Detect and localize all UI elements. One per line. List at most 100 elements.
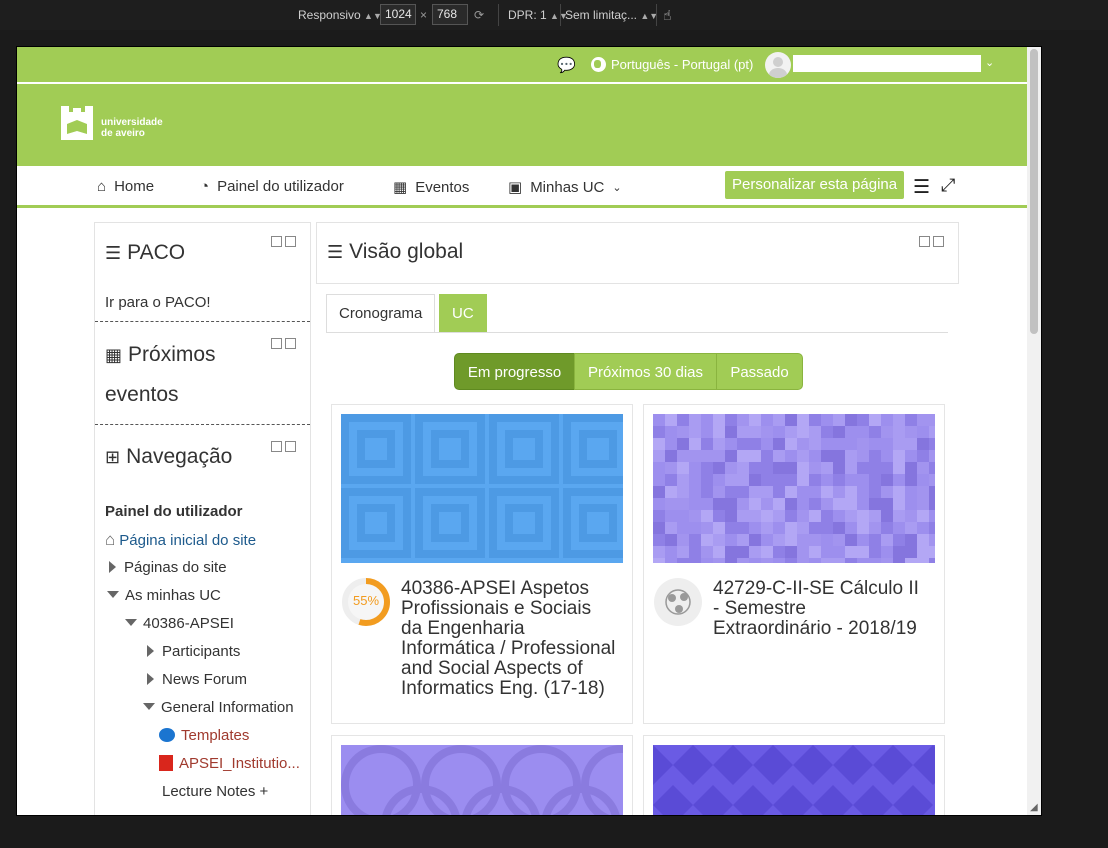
rotate-icon[interactable]: ⟳ (474, 6, 484, 24)
collapse-icon[interactable] (919, 236, 930, 247)
header-banner: universidade de aveiro (17, 84, 1041, 166)
overview-block-controls (919, 236, 944, 247)
toolbar-divider (656, 4, 657, 26)
pdf-icon (159, 755, 173, 771)
toolbar-divider (560, 4, 561, 26)
paco-link[interactable]: Ir para o PACO! (105, 294, 211, 311)
tree-templates[interactable]: Templates (159, 727, 249, 744)
tree-my-courses[interactable]: As minhas UC (107, 587, 221, 604)
nav-events[interactable]: ▦ Eventos (393, 178, 469, 197)
filter-in-progress-button[interactable]: Em progresso (454, 353, 575, 390)
emulated-viewport: 💬 Português - Portugal (pt) ⌄ universida… (16, 46, 1042, 816)
tree-course[interactable]: 40386-APSEI (125, 615, 234, 632)
overview-tabs: Cronograma UC (326, 294, 948, 333)
events-block-title-line2: eventos (105, 383, 179, 406)
home-icon: ⌂ (105, 530, 116, 549)
course-title[interactable]: 42729-C-II-SE Cálculo II - Semestre Extr… (713, 579, 929, 639)
folder-icon (159, 728, 175, 742)
user-name-field[interactable] (793, 55, 981, 72)
list-icon: ☰ (327, 241, 344, 262)
course-image (653, 414, 941, 570)
times-sign: × (420, 8, 428, 22)
throttle-select[interactable]: Sem limitaç... ▲▼ (565, 6, 658, 24)
messages-icon[interactable]: 💬 (557, 56, 576, 74)
tree-lecture-notes[interactable]: Lecture Notes + (162, 783, 268, 800)
block-separator (95, 321, 310, 322)
tree-news-forum[interactable]: News Forum (147, 671, 247, 688)
caret-down-icon (107, 591, 119, 598)
events-block-controls (271, 338, 296, 349)
course-summary-icon (653, 577, 703, 627)
left-block-region: ☰ PACO Ir para o PACO! ▦ Próximos eventos … (94, 222, 311, 815)
tab-courses[interactable]: UC (439, 294, 487, 332)
navigation-block-title: ⊞ Navegação (105, 445, 233, 468)
caret-right-icon (109, 561, 116, 573)
caret-right-icon (147, 645, 154, 657)
fullscreen-icon[interactable]: ⤢ (941, 175, 955, 196)
customize-page-button[interactable]: Personalizar esta página (725, 171, 905, 199)
course-title[interactable]: 40386-APSEI Aspetos Profissionais e Soci… (401, 579, 617, 699)
caret-right-icon (147, 673, 154, 685)
tree-site-pages[interactable]: Páginas do site (109, 559, 227, 576)
resize-handle-icon[interactable]: ◢ (1030, 802, 1040, 813)
block-separator (95, 424, 310, 425)
dock-icon[interactable] (933, 236, 944, 247)
block-drawer-toggle-icon[interactable]: ☰ (913, 176, 930, 199)
briefcase-icon: ▣ (508, 179, 523, 196)
tree-site-home[interactable]: ⌂ Página inicial do site (105, 530, 256, 550)
caret-down-icon (125, 619, 137, 626)
touch-icon[interactable]: ☝ (663, 6, 672, 24)
home-icon: ⌂ (97, 178, 107, 195)
chevron-down-icon: ⌄ (612, 181, 622, 194)
tab-timeline[interactable]: Cronograma (326, 294, 436, 332)
nav-home[interactable]: ⌂ Home (97, 178, 154, 195)
collapse-icon[interactable] (271, 236, 282, 247)
scrollbar-thumb[interactable] (1030, 49, 1038, 334)
calendar-icon: ▦ (105, 344, 123, 365)
calendar-icon: ▦ (393, 179, 408, 196)
nav-my-courses[interactable]: ▣ Minhas UC ⌄ (508, 178, 622, 197)
paco-block-title: ☰ PACO (105, 241, 186, 264)
dock-icon[interactable] (285, 338, 296, 349)
height-input[interactable]: 768 (432, 4, 468, 25)
dashboard-icon: ◔ (200, 178, 210, 195)
tree-dashboard[interactable]: Painel do utilizador (105, 503, 243, 520)
dock-icon[interactable] (285, 441, 296, 452)
course-card[interactable]: 55% 40386-APSEI Aspetos Profissionais e … (331, 404, 633, 724)
dock-icon[interactable] (285, 236, 296, 247)
university-wordmark: universidade de aveiro (101, 117, 163, 139)
university-logo-icon[interactable] (59, 104, 95, 142)
expand-icon[interactable] (271, 338, 282, 349)
list-icon: ☰ (105, 242, 122, 263)
tree-general-information[interactable]: General Information (143, 699, 294, 716)
width-input[interactable]: 1024 (380, 4, 416, 25)
progress-label: 55% (352, 593, 380, 608)
overview-block: ☰ Visão global (316, 222, 959, 284)
course-card[interactable]: 42729-C-II-SE Cálculo II - Semestre Extr… (643, 404, 945, 724)
tree-apsei-file[interactable]: APSEI_Institutio... (159, 755, 300, 772)
caret-down-icon (143, 703, 155, 710)
tree-participants[interactable]: Participants (147, 643, 240, 660)
toolbar-divider (498, 4, 499, 26)
course-card[interactable] (331, 735, 661, 815)
language-menu[interactable]: Português - Portugal (pt) (591, 57, 753, 72)
main-navbar: ⌂ Home ◔ Painel do utilizador ▦ Eventos ▣ Mi… (17, 166, 1041, 208)
page-scrollbar[interactable] (1027, 47, 1041, 815)
avatar[interactable] (765, 52, 791, 78)
course-card[interactable] (643, 735, 945, 815)
paco-block-controls (271, 236, 296, 247)
filter-past-button[interactable]: Passado (716, 353, 803, 390)
navigation-block-controls (271, 441, 296, 452)
chevron-down-icon[interactable]: ⌄ (985, 56, 994, 69)
filter-next-30-days-button[interactable]: Próximos 30 dias (574, 353, 717, 390)
course-image (341, 745, 661, 815)
progress-ring: 55% (341, 577, 391, 627)
course-image (341, 414, 633, 563)
overview-title: ☰ Visão global (327, 240, 464, 263)
events-block-title-line1: ▦ Próximos (105, 343, 216, 366)
devtools-toolbar: Responsivo ▲▼ 1024 × 768 ⟳ DPR: 1 ▲▼ Sem… (0, 0, 1108, 30)
collapse-icon[interactable] (271, 441, 282, 452)
nav-dashboard[interactable]: ◔ Painel do utilizador (200, 178, 344, 195)
device-select[interactable]: Responsivo ▲▼ (298, 6, 382, 24)
dpr-select[interactable]: DPR: 1 ▲▼ (508, 6, 568, 24)
